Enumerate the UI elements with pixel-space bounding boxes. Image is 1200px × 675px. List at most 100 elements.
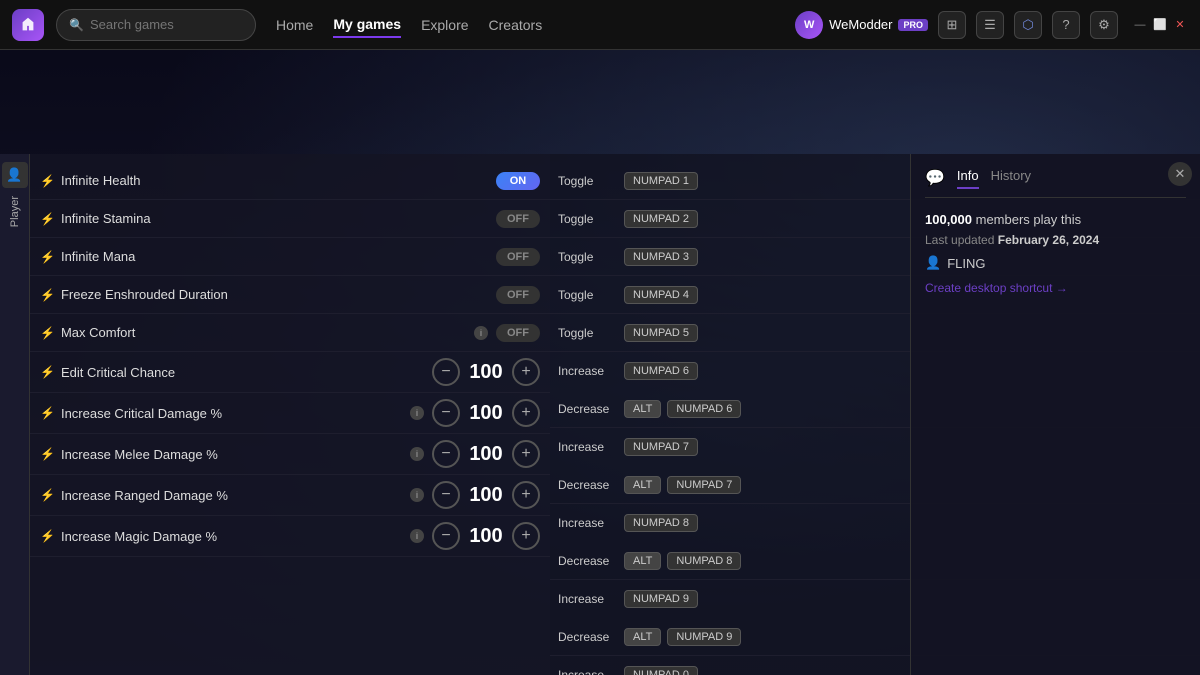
keybind-toggle-label: Toggle: [558, 326, 618, 340]
key-chip: NUMPAD 6: [667, 400, 741, 418]
value-magic-damage: 100: [466, 525, 506, 548]
mod-info-badge[interactable]: i: [410, 529, 424, 543]
lightning-icon: ⚡: [40, 365, 55, 379]
discord-button[interactable]: ⬡: [1014, 11, 1042, 39]
key-chip: NUMPAD 5: [624, 324, 698, 342]
mod-name: Increase Critical Damage %: [61, 406, 406, 421]
keybind-toggle-label: Toggle: [558, 288, 618, 302]
nav-links: Home My games Explore Creators: [276, 12, 542, 38]
decrease-magic-damage[interactable]: −: [432, 522, 460, 550]
mod-name: Infinite Mana: [61, 249, 496, 264]
mod-infinite-mana: ⚡ Infinite Mana OFF: [30, 238, 550, 276]
author-icon: 👤: [925, 255, 941, 271]
mod-name: Edit Critical Chance: [61, 365, 432, 380]
toggle-freeze-duration[interactable]: OFF: [496, 286, 540, 304]
mod-info-badge[interactable]: i: [410, 406, 424, 420]
mod-max-comfort: ⚡ Max Comfort i OFF: [30, 314, 550, 352]
key-chip-alt: ALT: [624, 552, 661, 570]
stepper-critical-chance: − 100 +: [432, 358, 540, 386]
key-chip: NUMPAD 0: [624, 666, 698, 675]
list-view-button[interactable]: ☰: [976, 11, 1004, 39]
value-melee-damage: 100: [466, 443, 506, 466]
mods-panel: ⚡ Infinite Health ON ⚡ Infinite Stamina …: [30, 154, 550, 675]
mod-name: Increase Melee Damage %: [61, 447, 406, 462]
members-text: 100,000 members play this: [925, 212, 1186, 227]
increase-melee-damage[interactable]: +: [512, 440, 540, 468]
keybind-toggle-label: Toggle: [558, 250, 618, 264]
mod-increase-magic-damage: ⚡ Increase Magic Damage % i − 100 +: [30, 516, 550, 557]
lightning-icon: ⚡: [40, 288, 55, 302]
increase-ranged-damage[interactable]: +: [512, 481, 540, 509]
keybind-decrease-label: Decrease: [558, 554, 618, 568]
decrease-melee-damage[interactable]: −: [432, 440, 460, 468]
toggle-infinite-health[interactable]: ON: [496, 172, 540, 190]
key-chip: NUMPAD 9: [624, 590, 698, 608]
grid-view-button[interactable]: ⊞: [938, 11, 966, 39]
info-close-button[interactable]: ✕: [1168, 162, 1192, 186]
toggle-infinite-mana[interactable]: OFF: [496, 248, 540, 266]
toggle-infinite-stamina[interactable]: OFF: [496, 210, 540, 228]
lightning-icon: ⚡: [40, 406, 55, 420]
mod-name: Infinite Stamina: [61, 211, 496, 226]
decrease-critical-chance[interactable]: −: [432, 358, 460, 386]
mod-name: Max Comfort: [61, 325, 470, 340]
key-chip: NUMPAD 6: [624, 362, 698, 380]
user-avatar: W: [795, 11, 823, 39]
increase-magic-damage[interactable]: +: [512, 522, 540, 550]
increase-critical-chance[interactable]: +: [512, 358, 540, 386]
tab-info[interactable]: Info: [957, 168, 979, 189]
minimize-button[interactable]: —: [1132, 17, 1148, 33]
mod-info-badge[interactable]: i: [474, 326, 488, 340]
create-shortcut-link[interactable]: Create desktop shortcut →: [925, 281, 1068, 295]
lightning-icon: ⚡: [40, 529, 55, 543]
nav-my-games[interactable]: My games: [333, 12, 401, 38]
mod-infinite-health: ⚡ Infinite Health ON: [30, 162, 550, 200]
lightning-icon: ⚡: [40, 326, 55, 340]
keybind-decrease-label: Decrease: [558, 478, 618, 492]
mod-infinite-stamina: ⚡ Infinite Stamina OFF: [30, 200, 550, 238]
key-chip: NUMPAD 8: [624, 514, 698, 532]
key-chip: NUMPAD 9: [667, 628, 741, 646]
player-icon[interactable]: 👤: [2, 162, 28, 188]
lightning-icon: ⚡: [40, 174, 55, 188]
mod-name: Freeze Enshrouded Duration: [61, 287, 496, 302]
app-logo: [12, 9, 44, 41]
topbar-right: W WeModder PRO ⊞ ☰ ⬡ ? ⚙ — ⬜ ✕: [795, 11, 1188, 39]
keybind-increase-label: Increase: [558, 516, 618, 530]
help-button[interactable]: ?: [1052, 11, 1080, 39]
author-row: 👤 FLING: [925, 255, 1186, 271]
increase-critical-damage[interactable]: +: [512, 399, 540, 427]
mod-info-badge[interactable]: i: [410, 447, 424, 461]
stepper-magic-damage: − 100 +: [432, 522, 540, 550]
mod-increase-melee-damage: ⚡ Increase Melee Damage % i − 100 +: [30, 434, 550, 475]
keybind-decrease-label: Decrease: [558, 630, 618, 644]
nav-explore[interactable]: Explore: [421, 13, 468, 37]
lightning-icon: ⚡: [40, 212, 55, 226]
decrease-critical-damage[interactable]: −: [432, 399, 460, 427]
toggle-max-comfort[interactable]: OFF: [496, 324, 540, 342]
mod-edit-critical-chance: ⚡ Edit Critical Chance − 100 +: [30, 352, 550, 393]
comment-icon[interactable]: 💬: [925, 168, 945, 189]
keybind-decrease-label: Decrease: [558, 402, 618, 416]
key-chip: NUMPAD 3: [624, 248, 698, 266]
player-tab-label: Player: [9, 196, 21, 227]
search-box[interactable]: 🔍: [56, 9, 256, 41]
nav-creators[interactable]: Creators: [489, 13, 543, 37]
maximize-button[interactable]: ⬜: [1152, 17, 1168, 33]
keybind-toggle-label: Toggle: [558, 174, 618, 188]
search-input[interactable]: [90, 17, 243, 32]
nav-home[interactable]: Home: [276, 13, 313, 37]
user-badge: W WeModder PRO: [795, 11, 928, 39]
decrease-ranged-damage[interactable]: −: [432, 481, 460, 509]
settings-button[interactable]: ⚙: [1090, 11, 1118, 39]
side-tab: 👤 Player: [0, 154, 30, 675]
main-layout: 👤 Player ⚡ Infinite Health ON ⚡ Infinite…: [0, 154, 1200, 675]
keybind-increase-label: Increase: [558, 668, 618, 675]
keybind-increase-label: Increase: [558, 592, 618, 606]
key-chip: NUMPAD 7: [667, 476, 741, 494]
lightning-icon: ⚡: [40, 447, 55, 461]
info-tabs: 💬 Info History: [925, 168, 1186, 198]
tab-history[interactable]: History: [991, 168, 1031, 189]
close-button[interactable]: ✕: [1172, 17, 1188, 33]
mod-info-badge[interactable]: i: [410, 488, 424, 502]
